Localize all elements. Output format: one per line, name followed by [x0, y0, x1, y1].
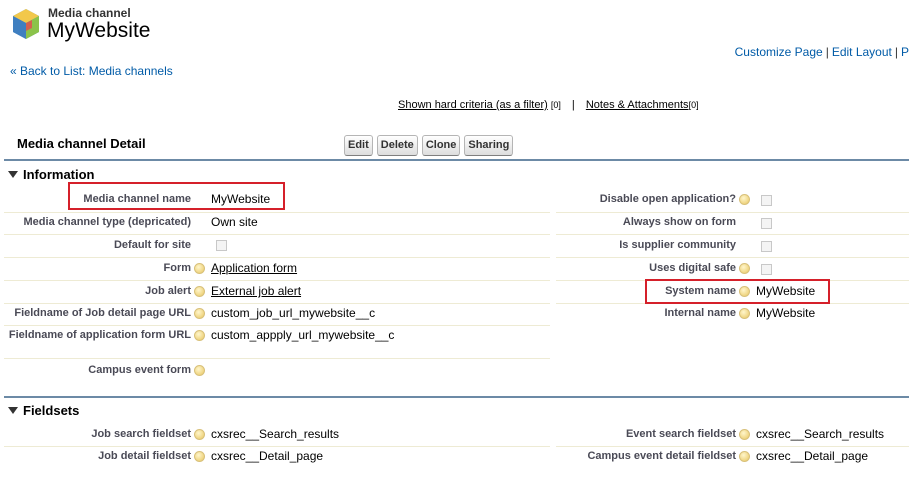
printable-view-link[interactable]: P [901, 45, 909, 59]
fieldname-application-form-value: custom_appply_url_mywebsite__c [211, 328, 395, 342]
disable-open-application-checkbox [761, 195, 772, 206]
fieldname-job-detail-value: custom_job_url_mywebsite__c [211, 306, 376, 320]
help-icon[interactable] [194, 308, 205, 319]
media-channel-type-value: Own site [211, 215, 258, 229]
media-channel-type-label: Media channel type (depricated) [23, 216, 191, 228]
link-separator: | [825, 45, 829, 59]
job-alert-label: Job alert [145, 285, 191, 297]
always-show-on-form-label: Always show on form [622, 216, 736, 228]
notes-attachments-link[interactable]: Notes & Attachments [586, 99, 689, 111]
object-type-label: Media channel [48, 6, 131, 20]
job-detail-fieldset-value: cxsrec__Detail_page [211, 449, 324, 463]
top-links: Customize Page | Edit Layout | P [735, 45, 909, 59]
form-value-link[interactable]: Application form [211, 261, 297, 275]
collapse-triangle-icon [8, 407, 18, 414]
information-section-header[interactable]: Information [8, 167, 95, 182]
default-for-site-checkbox [216, 240, 227, 251]
row-divider [4, 280, 550, 281]
default-for-site-label: Default for site [113, 239, 191, 251]
media-channel-logo-icon [13, 9, 39, 39]
help-icon[interactable] [194, 429, 205, 440]
help-icon[interactable] [739, 451, 750, 462]
help-icon[interactable] [739, 263, 750, 274]
uses-digital-safe-checkbox [761, 264, 772, 275]
is-supplier-community-label: Is supplier community [619, 239, 736, 251]
job-alert-value-link[interactable]: External job alert [211, 284, 301, 298]
fieldsets-section-title: Fieldsets [23, 403, 80, 418]
help-icon[interactable] [194, 451, 205, 462]
section-rule [4, 396, 909, 398]
form-label: Form [163, 262, 192, 274]
sharing-button[interactable]: Sharing [464, 135, 514, 156]
link-separator: | [894, 45, 898, 59]
page-title: MyWebsite [47, 19, 151, 42]
fieldname-job-detail-label: Fieldname of Job detail page URL [14, 307, 191, 319]
always-show-on-form-checkbox [761, 218, 772, 229]
row-divider [4, 325, 550, 326]
highlight-box-system-name [645, 279, 830, 304]
collapse-triangle-icon [8, 171, 18, 178]
notes-attachments-count: [0] [688, 100, 699, 110]
detail-section-title: Media channel Detail [17, 136, 146, 151]
hover-link-separator: | [571, 99, 575, 111]
row-divider [4, 212, 550, 213]
row-divider [4, 358, 550, 359]
edit-button[interactable]: Edit [344, 135, 373, 156]
row-divider [556, 446, 909, 447]
job-detail-fieldset-label: Job detail fieldset [98, 450, 191, 462]
row-divider [556, 257, 909, 258]
event-search-fieldset-value: cxsrec__Search_results [756, 427, 885, 441]
event-search-fieldset-label: Event search fieldset [625, 428, 736, 440]
information-section-title: Information [23, 167, 95, 182]
row-divider [4, 446, 550, 447]
campus-event-form-label: Campus event form [88, 364, 191, 376]
row-divider [4, 234, 550, 235]
help-icon[interactable] [194, 365, 205, 376]
help-icon[interactable] [739, 429, 750, 440]
uses-digital-safe-label: Uses digital safe [649, 262, 736, 274]
help-icon[interactable] [194, 263, 205, 274]
detail-button-bar: Edit Delete Clone Sharing [344, 135, 514, 156]
edit-layout-link[interactable]: Edit Layout [832, 45, 892, 59]
hard-criteria-count: [0] [550, 100, 561, 110]
highlight-box-media-channel-name [68, 182, 285, 210]
fieldname-application-form-label: Fieldname of application form URL [8, 329, 191, 341]
campus-event-detail-fieldset-label: Campus event detail fieldset [587, 450, 736, 462]
help-icon[interactable] [194, 286, 205, 297]
disable-open-application-label: Disable open application? [599, 193, 736, 205]
job-search-fieldset-label: Job search fieldset [91, 428, 191, 440]
delete-button[interactable]: Delete [376, 135, 418, 156]
row-divider [4, 257, 550, 258]
clone-button[interactable]: Clone [421, 135, 461, 156]
row-divider [556, 212, 909, 213]
section-rule [4, 159, 909, 161]
row-divider [4, 303, 550, 304]
help-icon[interactable] [739, 194, 750, 205]
job-search-fieldset-value: cxsrec__Search_results [211, 427, 340, 441]
related-list-hover-links: Shown hard criteria (as a filter) [0] | … [398, 99, 699, 111]
is-supplier-community-checkbox [761, 241, 772, 252]
internal-name-label: Internal name [664, 307, 736, 319]
campus-event-detail-fieldset-value: cxsrec__Detail_page [756, 449, 869, 463]
back-to-list-link[interactable]: « Back to List: Media channels [10, 64, 173, 78]
internal-name-value: MyWebsite [756, 306, 816, 320]
help-icon[interactable] [194, 330, 205, 341]
fieldsets-section-header[interactable]: Fieldsets [8, 403, 79, 418]
customize-page-link[interactable]: Customize Page [735, 45, 823, 59]
hard-criteria-link[interactable]: Shown hard criteria (as a filter) [398, 99, 548, 111]
row-divider [556, 234, 909, 235]
help-icon[interactable] [739, 308, 750, 319]
